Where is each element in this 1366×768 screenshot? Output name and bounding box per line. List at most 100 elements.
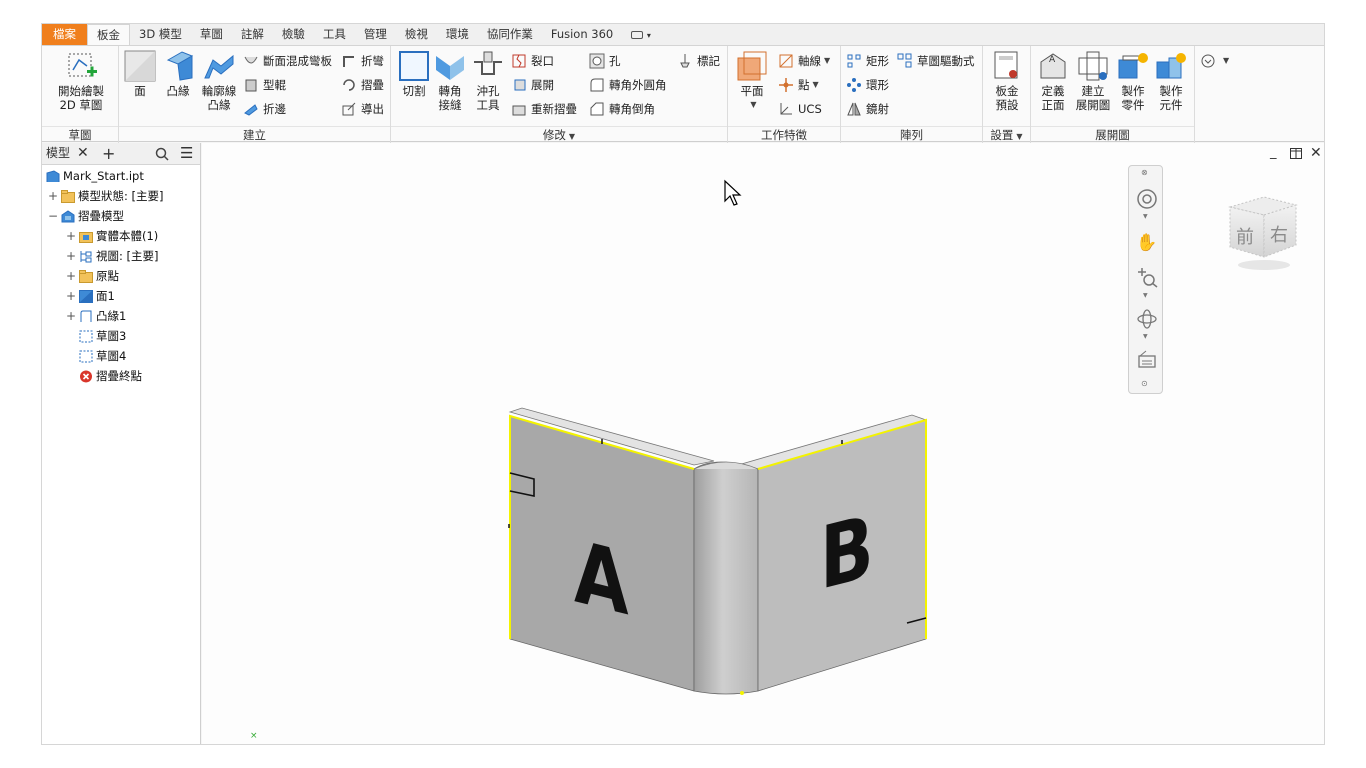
tab-file[interactable]: 檔案 [42,24,87,45]
start-2d-sketch-button[interactable]: 開始繪製 2D 草圖 [50,50,112,112]
corner-seam-button[interactable]: 轉角 接縫 [433,50,467,112]
define-a-side-button[interactable]: A 定義 正面 [1035,50,1071,112]
tab-view[interactable]: 檢視 [396,24,437,45]
tab-sheet-metal[interactable]: 板金 [87,24,130,45]
tab-annotate[interactable]: 註解 [232,24,273,45]
export-button[interactable]: 導出 [341,100,384,118]
unfold-label: 展開 [531,78,554,92]
rectangular-pattern-button[interactable]: 矩形 [846,52,889,70]
corner-chamfer-button[interactable]: 轉角倒角 [589,100,655,118]
tree-node[interactable]: 摺疊終點 [66,367,142,385]
tree-node[interactable]: 草圖4 [66,347,126,365]
tree-node[interactable]: Mark_Start.ipt [46,167,144,185]
tab-inspect[interactable]: 檢驗 [273,24,314,45]
tab-overflow-menu[interactable]: ▾ [622,24,660,45]
viewcube[interactable]: 前 右 [1224,193,1304,273]
tree-node[interactable]: + 面1 [66,287,115,305]
look-at-icon[interactable] [1136,349,1158,371]
tab-sketch[interactable]: 草圖 [191,24,232,45]
flange-icon [79,310,93,323]
cut-button[interactable]: 切割 [397,50,431,98]
unfold-button[interactable]: 展開 [511,76,554,94]
fold-arrow-icon [341,77,357,93]
tree-node-label: 草圖4 [96,349,127,363]
close-icon[interactable]: ✕ [77,143,89,164]
browser-tab-model[interactable]: 模型 [46,143,70,164]
menu-icon[interactable]: ☰ [180,143,193,164]
close-icon[interactable]: ⊗ [1141,168,1148,177]
sheet-metal-defaults-button[interactable]: 板金 預設 [987,50,1027,112]
hem-button[interactable]: 折邊 [243,100,286,118]
circular-pattern-button[interactable]: 環形 [846,76,889,94]
ribbon-options-button[interactable]: ▼ [1200,52,1229,70]
viewcube-right-face[interactable]: 右 [1270,221,1288,247]
restore-icon[interactable] [1290,145,1302,163]
create-flat-pattern-button[interactable]: 建立 展開圖 [1073,50,1113,112]
expand-icon[interactable]: + [66,287,76,305]
tree-node[interactable]: + 原點 [66,267,119,285]
orbit-icon[interactable] [1136,308,1158,330]
hole-button[interactable]: 孔 [589,52,621,70]
point-button[interactable]: 點 ▼ [778,76,819,94]
tree-node[interactable]: 草圖3 [66,327,126,345]
sketch-driven-pattern-button[interactable]: 草圖驅動式 [897,52,975,70]
add-tab-icon[interactable]: + [102,143,115,164]
bend-region[interactable] [693,461,759,695]
sketch-icon [79,330,93,343]
corner-round-button[interactable]: 轉角外圓角 [589,76,667,94]
close-icon[interactable]: ✕ [1310,145,1322,161]
make-components-button[interactable]: 製作 元件 [1153,50,1189,112]
plane-button[interactable]: 平面 ▼ [732,50,772,112]
tab-environments[interactable]: 環境 [437,24,478,45]
tree-node[interactable]: − 摺疊模型 [48,207,124,225]
ucs-button[interactable]: UCS [778,100,822,118]
mirror-button[interactable]: 鏡射 [846,100,889,118]
tree-node[interactable]: + 實體本體(1) [66,227,158,245]
viewcube-front-face[interactable]: 前 [1236,223,1254,249]
tree-node[interactable]: + 模型狀態: [主要] [48,187,164,205]
chevron-down-icon[interactable]: ▼ [1143,292,1148,299]
expand-icon[interactable]: + [66,247,76,265]
expand-icon[interactable]: + [66,267,76,285]
minimize-icon[interactable]: _ [1270,145,1277,160]
lofted-flange-button[interactable]: 斷面混成彎板 [243,52,332,70]
contour-flange-button[interactable]: 輪廓線 凸緣 [199,50,239,112]
tab-collaborate[interactable]: 協同作業 [478,24,542,45]
cut-icon [398,50,430,82]
tab-tools[interactable]: 工具 [314,24,355,45]
options-icon[interactable]: ⊙ [1141,379,1148,388]
refold-button[interactable]: 重新摺疊 [511,100,577,118]
zoom-icon[interactable] [1136,266,1158,288]
collapse-icon[interactable]: − [48,207,58,225]
tree-node[interactable]: + 視圖: [主要] [66,247,159,265]
contour-roll-button[interactable]: 型輥 [243,76,286,94]
chevron-down-icon[interactable]: ▼ [1143,213,1148,220]
expand-icon[interactable]: + [48,187,58,205]
sheet-metal-part[interactable]: A B [502,403,942,703]
tab-3d-model[interactable]: 3D 模型 [130,24,191,45]
panel-title-modify[interactable]: 修改 ▼ [391,126,727,142]
panel-title-setup[interactable]: 設置 ▼ [983,126,1030,142]
steering-wheel-icon[interactable] [1136,188,1158,210]
chevron-down-icon: ▼ [1016,132,1023,141]
tab-fusion-360[interactable]: Fusion 360 [542,24,622,45]
flange-button[interactable]: 凸緣 [161,50,195,98]
tree-node[interactable]: + 凸緣1 [66,307,126,325]
expand-icon[interactable]: + [66,307,76,325]
fold-button[interactable]: 折彎 [341,52,384,70]
face-button[interactable]: 面 [123,50,157,98]
expand-icon[interactable]: + [66,227,76,245]
tab-manage[interactable]: 管理 [355,24,396,45]
rip-button[interactable]: 裂口 [511,52,554,70]
refold-label: 重新摺疊 [531,102,577,116]
pan-hand-icon[interactable]: ✋ [1136,232,1158,254]
point-label: 點 [798,78,810,92]
make-part-button[interactable]: 製作 零件 [1115,50,1151,112]
punch-tool-button[interactable]: 沖孔 工具 [471,50,505,112]
search-icon[interactable] [155,143,169,168]
chevron-down-icon[interactable]: ▼ [1143,333,1148,340]
create-flat-pattern-icon [1077,50,1109,82]
mark-button[interactable]: 標記 [677,52,720,70]
refold-ref-button[interactable]: 摺疊 [341,76,384,94]
axis-button[interactable]: 軸線 ▼ [778,52,830,70]
